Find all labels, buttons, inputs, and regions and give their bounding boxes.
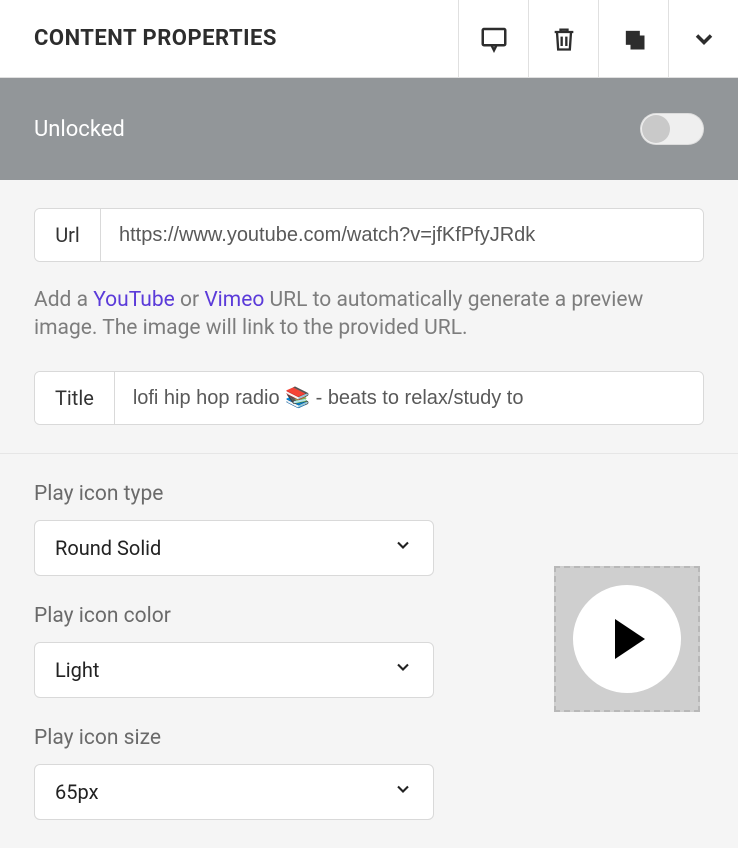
chevron-down-icon: [393, 535, 413, 560]
vimeo-link[interactable]: Vimeo: [204, 288, 264, 312]
comment-icon: [479, 24, 509, 54]
helper-text: Add a YouTube or Vimeo URL to automatica…: [34, 286, 704, 343]
duplicate-button[interactable]: [598, 0, 668, 77]
chevron-down-icon: [393, 779, 413, 804]
delete-button[interactable]: [528, 0, 598, 77]
lock-bar: Unlocked: [0, 78, 738, 180]
play-icon-color-select[interactable]: Light: [34, 642, 434, 698]
content-section: Url Add a YouTube or Vimeo URL to automa…: [0, 180, 738, 454]
toggle-knob: [642, 115, 670, 143]
play-icon: [615, 619, 645, 659]
play-controls: Play icon type Round Solid Play icon col…: [34, 482, 474, 820]
play-icon-size-value: 65px: [55, 780, 99, 804]
chevron-down-icon: [393, 657, 413, 682]
chevron-down-icon: [690, 25, 718, 53]
url-label: Url: [35, 209, 101, 261]
trash-icon: [550, 24, 578, 54]
helper-middle: or: [175, 288, 205, 312]
lock-status-label: Unlocked: [34, 117, 125, 142]
play-icon-type-label: Play icon type: [34, 482, 474, 506]
url-input[interactable]: [101, 209, 703, 261]
play-icon-size-label: Play icon size: [34, 726, 474, 750]
play-icon-type-value: Round Solid: [55, 536, 161, 560]
lock-toggle[interactable]: [640, 113, 704, 145]
collapse-button[interactable]: [668, 0, 738, 77]
url-field-row: Url: [34, 208, 704, 262]
title-field-row: Title: [34, 371, 704, 425]
play-icon-color-label: Play icon color: [34, 604, 474, 628]
panel-title: CONTENT PROPERTIES: [0, 0, 458, 77]
play-icon-type-select[interactable]: Round Solid: [34, 520, 434, 576]
properties-header: CONTENT PROPERTIES: [0, 0, 738, 78]
play-icon-preview: [554, 566, 700, 712]
play-icon-preview-wrap: [554, 566, 704, 820]
play-circle: [573, 585, 681, 693]
helper-prefix: Add a: [34, 288, 93, 312]
play-icon-color-value: Light: [55, 658, 99, 682]
title-label: Title: [35, 372, 115, 424]
title-input[interactable]: [115, 372, 703, 424]
play-icon-section: Play icon type Round Solid Play icon col…: [0, 454, 738, 848]
comment-button[interactable]: [458, 0, 528, 77]
play-icon-size-select[interactable]: 65px: [34, 764, 434, 820]
copy-icon: [620, 25, 648, 53]
youtube-link[interactable]: YouTube: [93, 288, 175, 312]
